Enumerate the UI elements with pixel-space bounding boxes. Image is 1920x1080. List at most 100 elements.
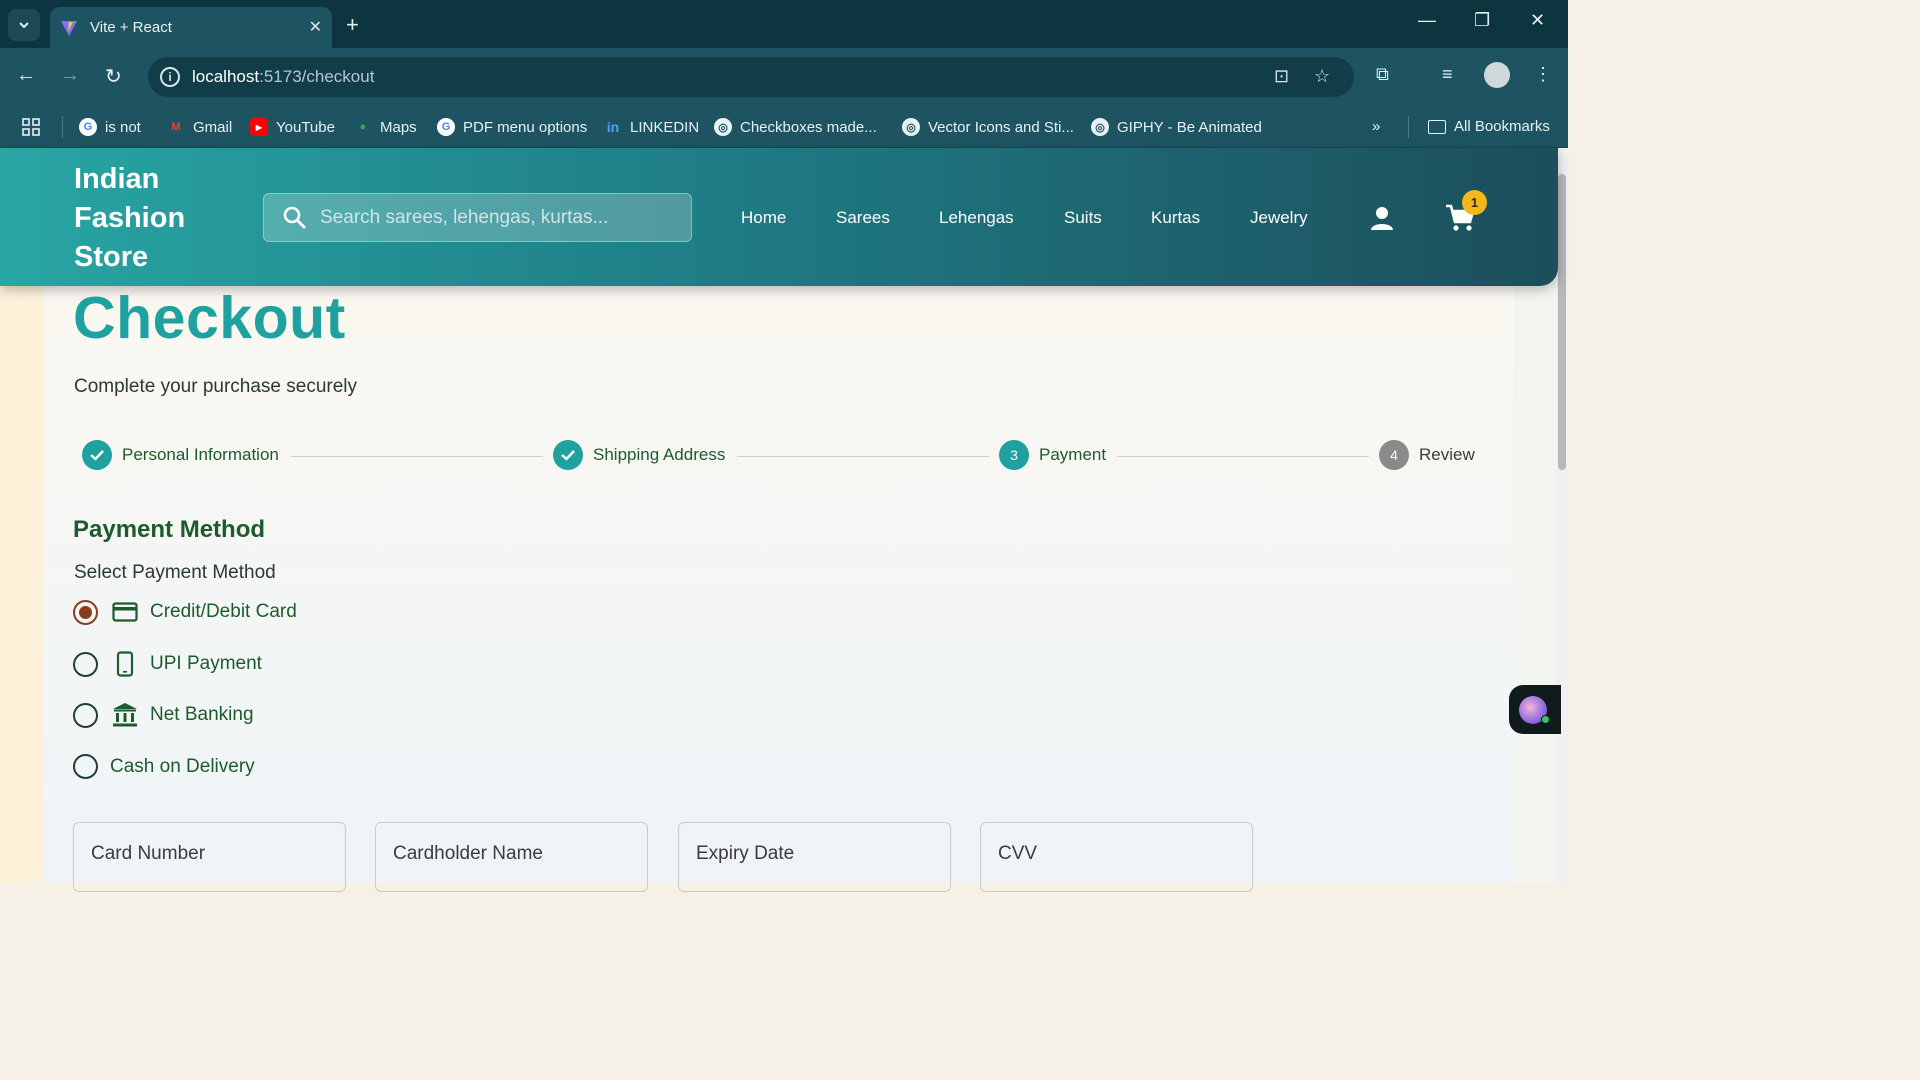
reload-icon[interactable]: ↻ <box>105 64 122 89</box>
assistant-bubble[interactable] <box>1509 685 1561 734</box>
step-connector <box>1117 456 1369 457</box>
payment-option-cod[interactable]: Cash on Delivery <box>73 754 255 779</box>
site-header: Indian Fashion Store Search sarees, lehe… <box>0 148 1558 286</box>
payment-option-card[interactable]: Credit/Debit Card <box>73 599 297 625</box>
online-status-dot <box>1541 715 1550 724</box>
search-placeholder: Search sarees, lehengas, kurtas... <box>320 207 609 228</box>
maps-icon: ● <box>359 121 367 133</box>
step-label: Review <box>1419 445 1475 464</box>
google-icon: G <box>437 118 455 136</box>
nav-kurtas[interactable]: Kurtas <box>1151 208 1200 228</box>
step-label: Payment <box>1039 445 1107 464</box>
step-label: Shipping Address <box>593 445 726 464</box>
restore-icon[interactable]: ❐ <box>1474 10 1490 31</box>
bookmark-item[interactable]: Gis not <box>79 118 141 136</box>
payment-option-upi[interactable]: UPI Payment <box>73 651 262 677</box>
new-tab-button[interactable]: + <box>346 12 359 38</box>
chevron-down-icon <box>19 22 29 29</box>
bookmark-item[interactable]: ◎ Checkboxes made... <box>714 118 877 136</box>
bookmark-item[interactable]: G PDF menu options <box>437 118 587 136</box>
store-logo[interactable]: Indian Fashion Store <box>74 160 234 277</box>
forward-icon[interactable]: → <box>60 64 80 87</box>
cart-count-badge: 1 <box>1462 190 1487 215</box>
payment-option-label: Net Banking <box>150 704 254 725</box>
field-label: Expiry Date <box>696 843 795 864</box>
minimize-icon[interactable]: — <box>1418 10 1436 31</box>
step-number: 3 <box>999 440 1029 470</box>
nav-suits[interactable]: Suits <box>1064 208 1102 228</box>
bookmark-item[interactable]: ◎ GIPHY - Be Animated <box>1091 118 1262 136</box>
translate-icon[interactable]: ⊡ <box>1274 66 1289 87</box>
page-subtitle: Complete your purchase securely <box>74 376 358 397</box>
bank-icon <box>113 703 137 727</box>
step-personal-information[interactable]: Personal Information <box>82 440 279 470</box>
cvv-field[interactable]: CVV <box>980 822 1253 892</box>
payment-method-heading: Payment Method <box>73 516 266 543</box>
tab-title: Vite + React <box>90 19 172 36</box>
bookmarks-bar: Gis not M Gmail ▶ YouTube ● Maps G PDF menu … <box>0 106 1568 148</box>
vite-icon <box>61 20 77 36</box>
star-icon[interactable]: ☆ <box>1314 66 1330 87</box>
extensions-icon[interactable]: ⧉ <box>1376 64 1389 85</box>
back-icon[interactable]: ← <box>16 64 36 87</box>
address-bar[interactable]: i localhost:5173/checkout ⊡ ☆ <box>148 57 1354 97</box>
globe-icon: ◎ <box>1091 118 1109 136</box>
nav-sarees[interactable]: Sarees <box>836 208 890 228</box>
radio-button[interactable] <box>73 651 98 677</box>
card-number-field[interactable]: Card Number <box>73 822 346 892</box>
radio-button[interactable] <box>73 599 98 625</box>
page-title: Checkout <box>73 285 346 351</box>
expiry-date-field[interactable]: Expiry Date <box>678 822 951 892</box>
cardholder-name-field[interactable]: Cardholder Name <box>375 822 648 892</box>
payment-option-netbanking[interactable]: Net Banking <box>73 702 254 728</box>
globe-icon: ◎ <box>714 118 732 136</box>
tab-search-button[interactable] <box>8 9 40 41</box>
close-tab-icon[interactable]: ✕ <box>309 17 322 37</box>
check-icon <box>553 440 583 470</box>
browser-toolbar: ← → ↻ i localhost:5173/checkout ⊡ ☆ ⧉ ≡ … <box>0 48 1568 106</box>
nav-home[interactable]: Home <box>741 208 786 228</box>
scrollbar-thumb[interactable] <box>1558 174 1566 470</box>
browser-tab-bar: Vite + React ✕ + — ❐ ✕ <box>0 0 1568 48</box>
bookmark-item[interactable]: ▶ YouTube <box>250 118 335 136</box>
apps-icon[interactable] <box>22 118 40 136</box>
bookmark-item[interactable]: ◎ Vector Icons and Sti... <box>902 118 1074 136</box>
bookmark-item[interactable]: in LINKEDIN <box>604 118 699 136</box>
user-icon[interactable] <box>1368 204 1396 232</box>
media-icon[interactable]: ≡ <box>1442 64 1453 85</box>
folder-icon <box>1428 119 1446 134</box>
browser-tab[interactable]: Vite + React ✕ <box>50 7 332 48</box>
radio-button[interactable] <box>73 754 98 779</box>
nav-lehengas[interactable]: Lehengas <box>939 208 1014 228</box>
field-label: CVV <box>998 843 1038 864</box>
payment-option-label: Credit/Debit Card <box>150 601 297 622</box>
check-icon <box>82 440 112 470</box>
search-icon <box>283 206 306 229</box>
radio-button[interactable] <box>73 702 98 728</box>
search-input[interactable]: Search sarees, lehengas, kurtas... <box>263 193 692 242</box>
google-icon: G <box>79 118 97 136</box>
site-info-icon[interactable]: i <box>160 67 180 87</box>
step-number: 4 <box>1379 440 1409 470</box>
profile-avatar[interactable] <box>1484 62 1510 88</box>
credit-card-icon <box>112 602 138 622</box>
smartphone-icon <box>116 651 134 677</box>
bookmark-item[interactable]: M Gmail <box>167 118 232 136</box>
step-label: Personal Information <box>122 445 279 464</box>
step-payment[interactable]: 3 Payment <box>999 440 1106 470</box>
menu-icon[interactable]: ⋮ <box>1534 64 1552 85</box>
url-text[interactable]: localhost:5173/checkout <box>192 67 374 87</box>
all-bookmarks[interactable]: All Bookmarks <box>1428 118 1550 135</box>
payment-option-label: UPI Payment <box>150 653 262 674</box>
globe-icon: ◎ <box>902 118 920 136</box>
select-payment-label: Select Payment Method <box>74 562 276 583</box>
step-review[interactable]: 4 Review <box>1379 440 1475 470</box>
step-connector <box>291 456 543 457</box>
bookmark-item[interactable]: ● Maps <box>354 118 417 136</box>
payment-option-label: Cash on Delivery <box>110 755 255 777</box>
step-shipping-address[interactable]: Shipping Address <box>553 440 725 470</box>
nav-jewelry[interactable]: Jewelry <box>1250 208 1308 228</box>
close-window-icon[interactable]: ✕ <box>1530 10 1545 31</box>
more-bookmarks-icon[interactable]: » <box>1372 118 1380 135</box>
youtube-icon: ▶ <box>250 118 268 136</box>
